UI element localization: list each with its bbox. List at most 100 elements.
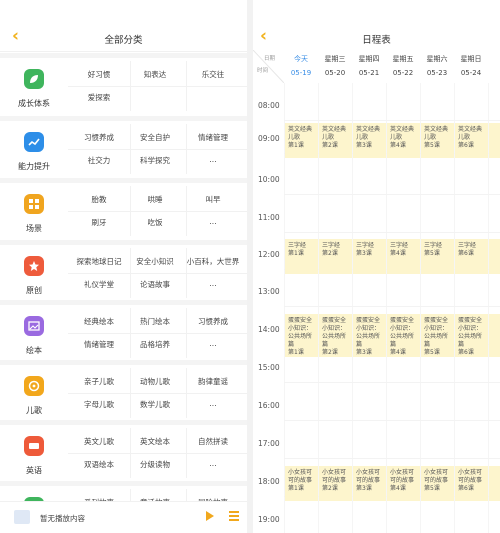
time-corner-label: 时间	[257, 68, 269, 74]
category-icon-group[interactable]: 场景	[12, 194, 56, 234]
event-card[interactable]: 三字经 第5课	[421, 239, 454, 274]
event-lesson: 第5课	[424, 349, 440, 356]
subcategory-item[interactable]: 胎教	[68, 194, 130, 205]
category-block: 英语 英文儿歌 英文绘本 自然拼读双语绘本 分级读物...	[0, 420, 247, 478]
event-card[interactable]: 小女孩可可的故事 第5课	[421, 466, 454, 501]
event-card[interactable]: 蛋蛋安全小知识：公共场所篇 第3课	[353, 314, 386, 357]
subcategory-item[interactable]: 叫早	[182, 194, 244, 205]
playlist-icon[interactable]	[229, 511, 239, 521]
hour-label: 19:00	[258, 515, 280, 524]
play-icon[interactable]	[206, 511, 214, 521]
day-column-header[interactable]: 星期三 05-20	[318, 54, 352, 77]
subcategory-item[interactable]: 情绪管理	[68, 339, 130, 350]
event-card[interactable]: 蛋蛋安全小知识：公共场所篇 第4课	[387, 314, 420, 357]
subcategory-item[interactable]: 吃饭	[124, 217, 186, 228]
subcategory-item[interactable]: 社交力	[68, 155, 130, 166]
event-card[interactable]: 英文经典儿歌 第6课	[455, 123, 488, 158]
event-card[interactable]: 三字经 第4课	[387, 239, 420, 274]
category-icon-group[interactable]: 成长体系	[12, 69, 56, 109]
subcategory-item[interactable]: 经典绘本	[68, 316, 130, 327]
day-column-header[interactable]: 星期五 05-22	[386, 54, 420, 77]
event-card[interactable]: 小女孩可可的故事 第3课	[353, 466, 386, 501]
event-card[interactable]: 蛋蛋安全小知识：公共场所篇 第5课	[421, 314, 454, 357]
subcategory-item[interactable]: ...	[182, 279, 244, 288]
event-card[interactable]: 英文经典儿歌 第5课	[421, 123, 454, 158]
subcategory-item[interactable]: 韵律童谣	[182, 376, 244, 387]
subcategory-item[interactable]: 分级读物	[124, 459, 186, 470]
category-block: 能力提升 习惯养成 安全自护 情绪管理社交力 科学探究...	[0, 116, 247, 174]
subcategory-item[interactable]: 亲子儿歌	[68, 376, 130, 387]
subcategory-item[interactable]: 哄睡	[124, 194, 186, 205]
event-lesson: 第5课	[424, 142, 440, 149]
subcategory-item[interactable]: 礼仪学堂	[68, 279, 130, 290]
category-name: 场景	[26, 224, 42, 233]
subcategory-item[interactable]: ...	[182, 155, 244, 164]
event-card-partial[interactable]	[489, 314, 500, 357]
event-card[interactable]: 蛋蛋安全小知识：公共场所篇 第6课	[455, 314, 488, 357]
day-column-header[interactable]: 星期六 05-23	[420, 54, 454, 77]
event-card[interactable]: 小女孩可可的故事 第4课	[387, 466, 420, 501]
event-card[interactable]: 英文经典儿歌 第1课	[285, 123, 318, 158]
subcategory-item[interactable]: 字母儿歌	[68, 399, 130, 410]
subcategory-item[interactable]: 好习惯	[68, 69, 130, 80]
subcategory-item[interactable]: 安全自护	[124, 132, 186, 143]
now-playing-text: 暂无播放内容	[40, 514, 85, 523]
event-card[interactable]: 蛋蛋安全小知识：公共场所篇 第2课	[319, 314, 352, 357]
subcategory-item[interactable]: 英文儿歌	[68, 436, 130, 447]
category-name: 成长体系	[18, 99, 50, 108]
subcategory-item[interactable]: 双语绘本	[68, 459, 130, 470]
event-card[interactable]: 小女孩可可的故事 第1课	[285, 466, 318, 501]
subcategory-item[interactable]: 小百科，大世界	[182, 256, 244, 267]
event-card[interactable]: 小女孩可可的故事 第6课	[455, 466, 488, 501]
subcategory-item[interactable]: 习惯养成	[68, 132, 130, 143]
event-card[interactable]: 三字经 第3课	[353, 239, 386, 274]
grid-row-line	[284, 232, 500, 233]
day-column-header[interactable]: 星期四 05-21	[352, 54, 386, 77]
category-icon-group[interactable]: 英语	[12, 436, 56, 476]
category-icon-group[interactable]: 原创	[12, 256, 56, 296]
event-card-partial[interactable]	[489, 466, 500, 501]
subcategory-item[interactable]: 英文绘本	[124, 436, 186, 447]
category-row-divider	[68, 211, 247, 212]
leaf-icon	[24, 69, 44, 89]
subcategory-item[interactable]: 爱探索	[68, 92, 130, 103]
subcategory-item[interactable]: 探索地球日记	[68, 256, 130, 267]
subcategory-item[interactable]: ...	[182, 459, 244, 468]
event-card-partial[interactable]	[489, 239, 500, 274]
category-icon-group[interactable]: 儿歌	[12, 376, 56, 416]
category-icon-group[interactable]: 绘本	[12, 316, 56, 356]
day-column-header[interactable]: 星期日 05-24	[454, 54, 488, 77]
event-card[interactable]: 三字经 第2课	[319, 239, 352, 274]
category-block: 儿歌 亲子儿歌 动物儿歌 韵律童谣字母儿歌 数学儿歌...	[0, 360, 247, 418]
event-card[interactable]: 蛋蛋安全小知识：公共场所篇 第1课	[285, 314, 318, 357]
subcategory-item[interactable]: 情绪管理	[182, 132, 244, 143]
subcategory-item[interactable]: 习惯养成	[182, 316, 244, 327]
subcategory-item[interactable]: 乐交往	[182, 69, 244, 80]
subcategory-item[interactable]: 刷牙	[68, 217, 130, 228]
event-card[interactable]: 英文经典儿歌 第3课	[353, 123, 386, 158]
event-card-partial[interactable]	[489, 123, 500, 158]
subcategory-item[interactable]: 安全小知识	[124, 256, 186, 267]
event-card[interactable]: 三字经 第1课	[285, 239, 318, 274]
event-card[interactable]: 三字经 第6课	[455, 239, 488, 274]
day-weekday: 星期五	[392, 55, 414, 63]
subcategory-item[interactable]: 品格培养	[124, 339, 186, 350]
subcategory-item[interactable]: 论语故事	[124, 279, 186, 290]
subcategory-item[interactable]: ...	[182, 217, 244, 226]
event-card[interactable]: 英文经典儿歌 第4课	[387, 123, 420, 158]
subcategory-item[interactable]: 热门绘本	[124, 316, 186, 327]
event-lesson: 第2课	[322, 485, 338, 492]
day-column-header[interactable]: 今天 05-19	[284, 54, 318, 77]
subcategory-item[interactable]: 动物儿歌	[124, 376, 186, 387]
event-card[interactable]: 小女孩可可的故事 第2课	[319, 466, 352, 501]
subcategory-item[interactable]: 科学探究	[124, 155, 186, 166]
subcategory-item[interactable]: 知表达	[124, 69, 186, 80]
category-icon-group[interactable]: 能力提升	[12, 132, 56, 172]
subcategory-item[interactable]: ...	[182, 339, 244, 348]
event-lesson: 第5课	[424, 485, 440, 492]
subcategory-item[interactable]: ...	[182, 399, 244, 408]
day-date: 05-23	[426, 69, 448, 77]
event-card[interactable]: 英文经典儿歌 第2课	[319, 123, 352, 158]
subcategory-item[interactable]: 自然拼读	[182, 436, 244, 447]
subcategory-item[interactable]: 数学儿歌	[124, 399, 186, 410]
